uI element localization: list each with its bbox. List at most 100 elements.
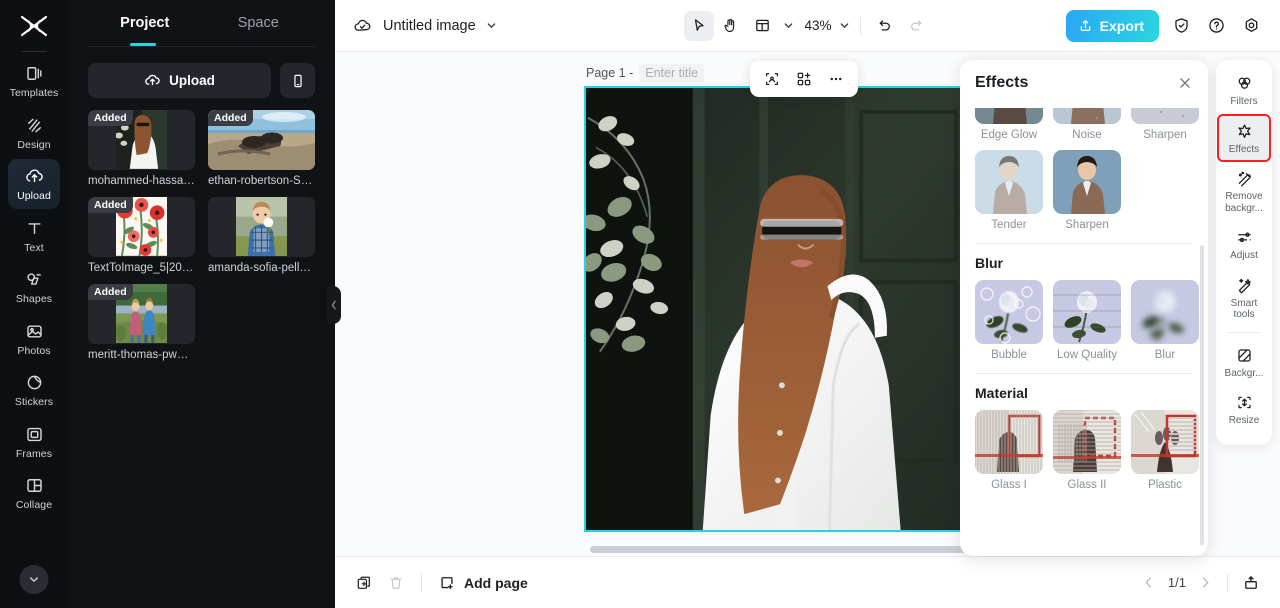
effect-thumbnail[interactable] xyxy=(975,106,1043,124)
effect-item[interactable]: Sharpen xyxy=(1053,150,1121,231)
effect-thumbnail[interactable] xyxy=(1131,280,1199,344)
canvas-horizontal-scrollbar[interactable] xyxy=(590,546,990,553)
asset-name: ethan-robertson-SYx... xyxy=(208,175,315,187)
right-tool-filters[interactable]: Filters xyxy=(1219,68,1269,113)
effects-scrollbar[interactable] xyxy=(1200,245,1204,545)
effect-thumbnail[interactable] xyxy=(1053,106,1121,124)
effect-item[interactable]: Plastic xyxy=(1131,410,1199,491)
export-button[interactable]: Export xyxy=(1065,9,1159,42)
asset-item[interactable]: Added ethan-robertson-SYx... xyxy=(208,110,315,187)
effect-thumbnail[interactable] xyxy=(1053,280,1121,344)
effect-item[interactable]: Glass I xyxy=(975,410,1043,491)
effect-thumbnail[interactable] xyxy=(1131,106,1199,124)
effect-item[interactable]: Blur xyxy=(1131,280,1199,361)
effects-row: Bubble Low Quality Blur xyxy=(975,280,1199,361)
chevron-down-icon[interactable] xyxy=(485,19,498,32)
sidebar-item-photos[interactable]: Photos xyxy=(8,314,60,364)
upload-cloud-icon xyxy=(24,166,45,187)
undo-button[interactable] xyxy=(870,11,900,41)
upload-tray-icon[interactable] xyxy=(1242,574,1260,592)
zoom-chevron-down-icon[interactable] xyxy=(838,19,851,32)
page-title-input[interactable]: Enter title xyxy=(639,64,705,82)
document-title[interactable]: Untitled image xyxy=(383,18,476,34)
capcut-logo-icon[interactable] xyxy=(17,11,51,41)
effect-thumbnail[interactable] xyxy=(1131,410,1199,474)
asset-thumbnail[interactable]: Added xyxy=(88,197,195,257)
cloud-check-icon[interactable] xyxy=(351,15,373,37)
effect-item[interactable]: Tender xyxy=(975,150,1043,231)
panel-header-mask xyxy=(960,106,1208,108)
gear-icon[interactable] xyxy=(1238,13,1264,39)
effect-thumbnail[interactable] xyxy=(1053,150,1121,214)
hand-tool-button[interactable] xyxy=(715,11,745,41)
effects-row: Glass I Glass II Plastic xyxy=(975,410,1199,491)
redo-button[interactable] xyxy=(902,11,932,41)
prev-page-icon[interactable] xyxy=(1141,575,1156,590)
effect-thumbnail[interactable] xyxy=(1053,410,1121,474)
status-badge: Added xyxy=(88,110,133,126)
asset-name: mohammed-hassan-... xyxy=(88,175,195,187)
right-tool-backgr[interactable]: Backgr... xyxy=(1219,340,1269,385)
asset-item[interactable]: Added mohammed-hassan-... xyxy=(88,110,195,187)
shield-check-icon[interactable] xyxy=(1168,13,1194,39)
right-tool-smart-tools[interactable]: Smart tools xyxy=(1219,270,1269,326)
tab-project[interactable]: Project xyxy=(88,15,202,31)
effect-item[interactable]: Low Quality xyxy=(1053,280,1121,361)
question-circle-icon[interactable] xyxy=(1203,13,1229,39)
trash-icon[interactable] xyxy=(387,574,405,592)
effect-item[interactable]: Sharpen xyxy=(1131,106,1199,141)
duplicate-page-icon[interactable] xyxy=(355,574,373,592)
right-tool-effects[interactable]: Effects xyxy=(1217,113,1271,162)
sidebar-item-frames[interactable]: Frames xyxy=(8,417,60,467)
effect-item[interactable]: Edge Glow xyxy=(975,106,1043,141)
panel-collapse-handle[interactable] xyxy=(327,286,341,324)
smart-crop-icon[interactable] xyxy=(757,65,787,93)
asset-thumbnail[interactable]: Added xyxy=(208,110,315,170)
add-page-button[interactable]: Add page xyxy=(438,574,528,592)
asset-item[interactable]: amanda-sofia-pellen... xyxy=(208,197,315,274)
layout-tool-button[interactable] xyxy=(747,11,777,41)
select-tool-button[interactable] xyxy=(683,10,714,41)
upload-row: Upload xyxy=(68,47,335,98)
sidebar-item-upload[interactable]: Upload xyxy=(8,159,60,209)
tab-space[interactable]: Space xyxy=(202,15,316,31)
effect-thumbnail[interactable] xyxy=(975,150,1043,214)
mobile-upload-button[interactable] xyxy=(280,63,315,98)
close-icon[interactable] xyxy=(1177,75,1193,91)
effect-item[interactable]: Glass II xyxy=(1053,410,1121,491)
sidebar-item-stickers[interactable]: Stickers xyxy=(8,365,60,415)
layout-chevron-down-icon[interactable] xyxy=(781,19,794,32)
effect-item[interactable]: Noise xyxy=(1053,106,1121,141)
asset-thumbnail[interactable]: Added xyxy=(88,284,195,344)
more-dots-icon[interactable] xyxy=(821,65,851,93)
asset-item[interactable]: Added TextToImage_5|2023... xyxy=(88,197,195,274)
next-page-icon[interactable] xyxy=(1198,575,1213,590)
asset-thumbnail[interactable] xyxy=(208,197,315,257)
sidebar-item-design[interactable]: Design xyxy=(8,108,60,158)
effect-thumbnail[interactable] xyxy=(975,280,1043,344)
sidebar-item-shapes[interactable]: Shapes xyxy=(8,262,60,312)
rail-scroll-down-button[interactable] xyxy=(19,565,49,594)
effects-panel-title: Effects xyxy=(975,74,1029,91)
section-divider xyxy=(975,243,1193,244)
collage-icon xyxy=(24,475,45,496)
sidebar-item-templates[interactable]: Templates xyxy=(8,56,60,106)
sidebar-item-label: Frames xyxy=(15,447,53,460)
sidebar-item-text[interactable]: Text xyxy=(8,211,60,261)
zoom-level-value[interactable]: 43% xyxy=(804,18,831,33)
effect-item[interactable]: Bubble xyxy=(975,280,1043,361)
upload-button[interactable]: Upload xyxy=(88,63,271,98)
right-tool-rail: Filters Effects Remove backgr... Adjust Smar… xyxy=(1216,60,1272,445)
asset-item[interactable]: Added meritt-thomas-pwCJ... xyxy=(88,284,195,361)
page-indicator: 1/1 xyxy=(1167,575,1186,590)
qr-layers-icon[interactable] xyxy=(789,65,819,93)
effect-thumbnail[interactable] xyxy=(975,410,1043,474)
sidebar-item-collage[interactable]: Collage xyxy=(8,468,60,518)
asset-thumbnail[interactable]: Added xyxy=(88,110,195,170)
background-pattern-icon xyxy=(1235,346,1254,365)
effects-star-icon xyxy=(1235,122,1254,141)
right-tool-remove-backgr[interactable]: Remove backgr... xyxy=(1219,163,1269,219)
right-tool-adjust[interactable]: Adjust xyxy=(1219,222,1269,267)
canvas-artboard[interactable] xyxy=(584,86,964,532)
right-tool-resize[interactable]: Resize xyxy=(1219,387,1269,432)
